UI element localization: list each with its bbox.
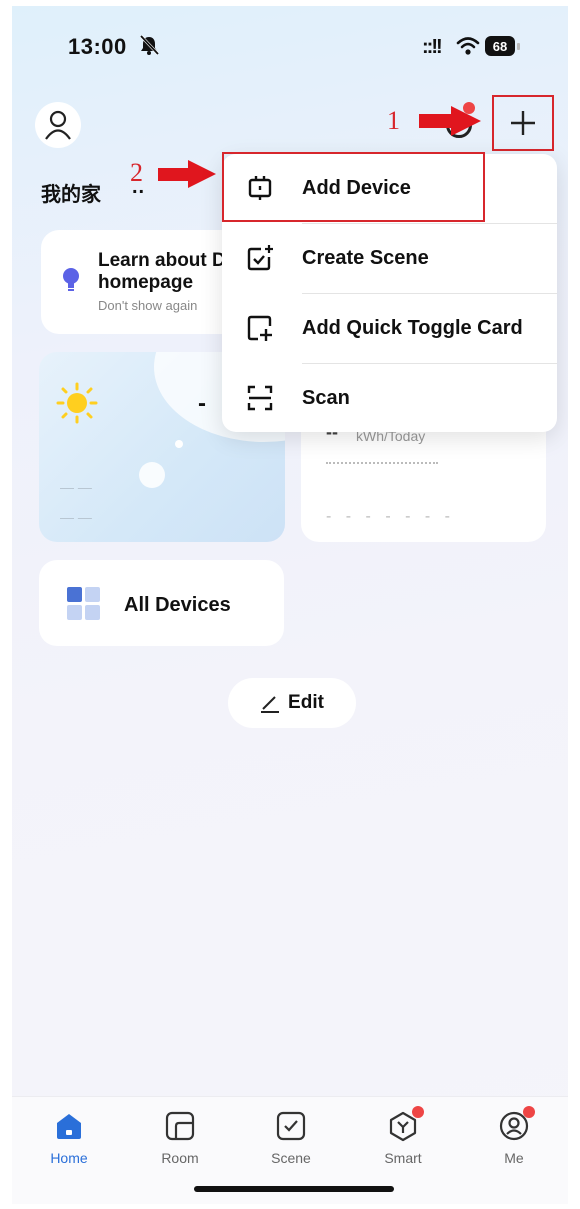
tab-home[interactable]: Home: [29, 1110, 109, 1166]
weather-decoration: [139, 462, 165, 488]
wifi-icon: [456, 36, 480, 61]
room-icon: [165, 1111, 195, 1141]
weather-placeholder: — — — —: [60, 472, 92, 532]
status-time: 13:00: [68, 34, 127, 59]
annotation-arrow-icon: [419, 106, 483, 141]
pencil-icon: [261, 696, 280, 713]
weather-placeholder-line: — —: [60, 479, 92, 495]
smart-badge: [412, 1106, 424, 1118]
me-badge: [523, 1106, 535, 1118]
home-icon: [57, 1114, 81, 1139]
tab-smart[interactable]: Smart: [363, 1106, 443, 1166]
plus-icon: [511, 111, 535, 135]
battery-tip: [517, 43, 520, 50]
tab-room[interactable]: Room: [140, 1110, 220, 1166]
app-screen: 13:00 ::!! 68 我的家 .. 1 2 Learn about DIY…: [12, 6, 568, 1204]
menu-item-label: Scan: [302, 387, 350, 409]
silent-bell-icon: [138, 34, 160, 61]
tab-label: Home: [50, 1150, 88, 1166]
menu-item-label: Create Scene: [302, 247, 429, 269]
annotation-number-2: 2: [130, 158, 143, 187]
annotation-highlight-box: [222, 152, 485, 222]
tab-scene[interactable]: Scene: [251, 1110, 331, 1166]
quick-toggle-card-icon: [246, 314, 274, 347]
energy-placeholder: - - - - - - -: [326, 508, 455, 525]
lightbulb-icon: [62, 268, 80, 297]
weather-temperature: -: [198, 390, 206, 417]
scan-icon: [246, 384, 274, 417]
energy-divider: [326, 462, 438, 464]
home-title[interactable]: 我的家: [41, 178, 101, 207]
menu-item-label: Add Quick Toggle Card: [302, 317, 523, 339]
tab-label: Room: [161, 1150, 199, 1166]
add-button[interactable]: [492, 95, 554, 151]
edit-button[interactable]: Edit: [228, 678, 356, 728]
weather-placeholder-line: — —: [60, 509, 92, 525]
menu-item-scan[interactable]: Scan: [222, 364, 557, 434]
tab-label: Smart: [384, 1150, 422, 1166]
all-devices-grid-icon: [67, 587, 101, 626]
home-indicator: [194, 1186, 394, 1192]
tab-label: Me: [504, 1150, 524, 1166]
all-devices-label: All Devices: [124, 594, 231, 616]
sun-icon: [56, 382, 98, 429]
user-icon: [45, 110, 71, 140]
menu-item-create-scene[interactable]: Create Scene: [222, 224, 557, 294]
dont-show-again-link[interactable]: Don't show again: [98, 298, 197, 313]
edit-button-label: Edit: [288, 692, 324, 713]
scene-icon: [276, 1111, 306, 1141]
battery-indicator: 68: [485, 36, 515, 56]
annotation-arrow-icon: [158, 160, 218, 193]
annotation-number-1: 1: [387, 106, 400, 135]
profile-avatar-button[interactable]: [35, 102, 81, 148]
weather-decoration: [175, 440, 183, 448]
tab-label: Scene: [271, 1150, 311, 1166]
tab-me[interactable]: Me: [474, 1106, 554, 1166]
cellular-signal-icon: ::!!: [422, 36, 443, 58]
create-scene-icon: [246, 244, 274, 277]
menu-item-add-quick-toggle-card[interactable]: Add Quick Toggle Card: [222, 294, 557, 364]
